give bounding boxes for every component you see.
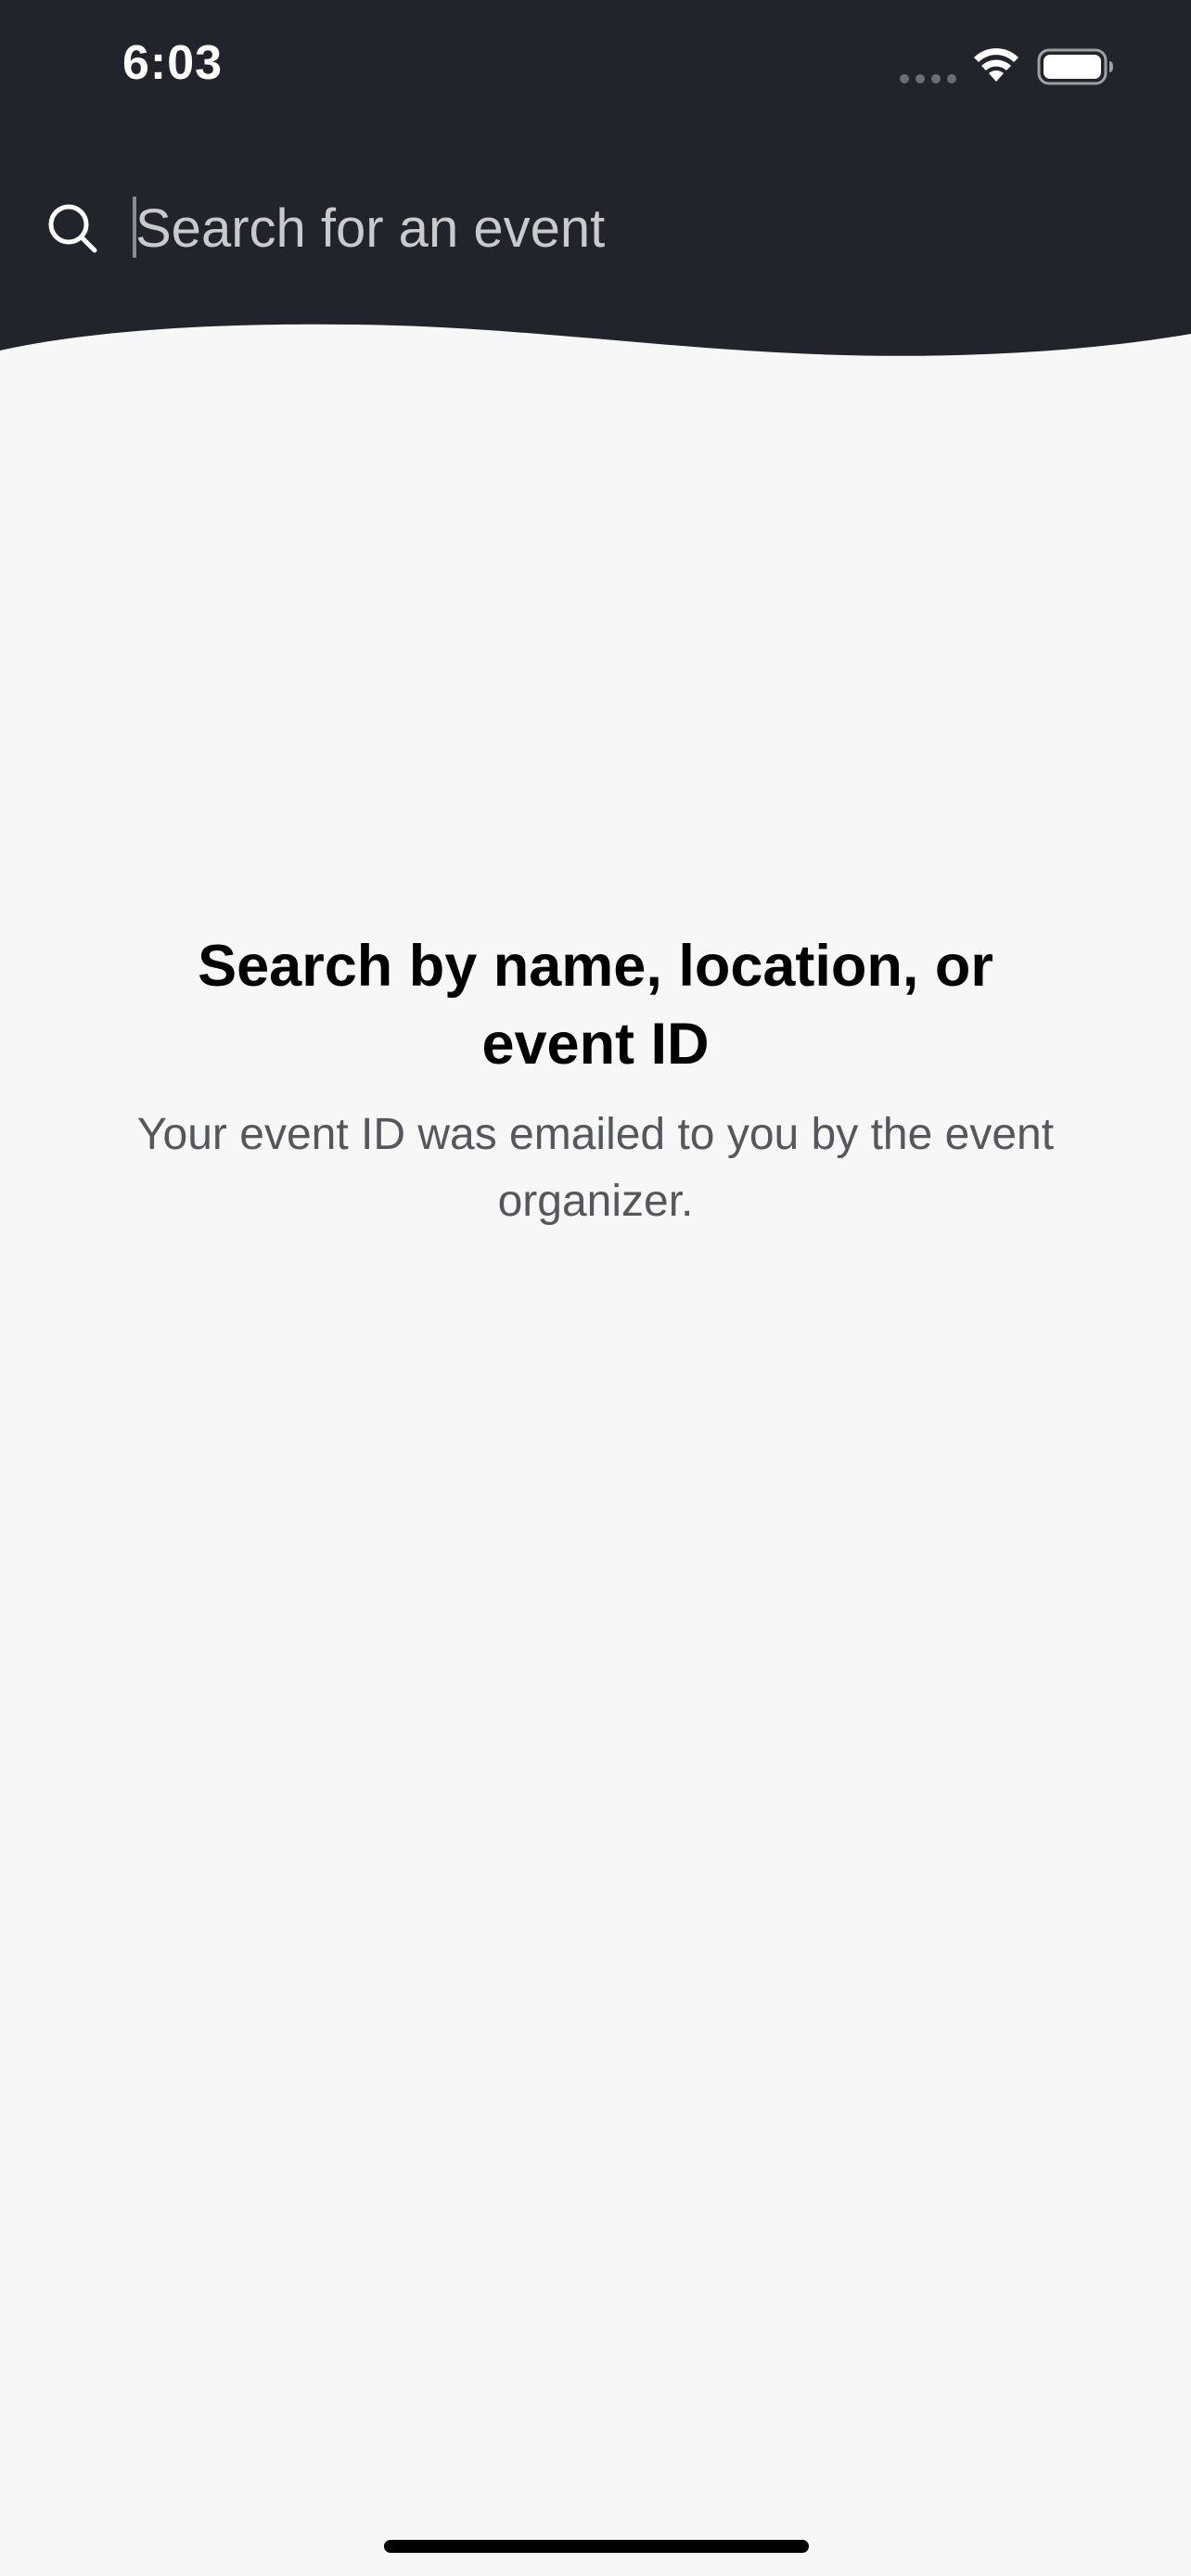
cellular-dots-icon: [900, 74, 959, 83]
event-search-screen: 6:03 Search by name: [0, 0, 1191, 2576]
status-time: 6:03: [122, 36, 224, 90]
empty-state: Search by name, location, or event ID Yo…: [132, 927, 1059, 1235]
home-indicator[interactable]: [384, 2540, 809, 2553]
status-bar: 6:03: [0, 0, 1191, 139]
header: 6:03: [0, 0, 1191, 371]
search-bar: [0, 185, 1191, 269]
empty-state-subtitle: Your event ID was emailed to you by the …: [136, 1110, 1055, 1226]
text-cursor: [133, 197, 136, 258]
search-input[interactable]: [132, 189, 1137, 267]
wifi-icon: [974, 48, 1018, 82]
battery-icon: [1037, 48, 1113, 85]
search-icon[interactable]: [46, 202, 98, 254]
empty-state-title: Search by name, location, or event ID: [198, 934, 993, 1077]
